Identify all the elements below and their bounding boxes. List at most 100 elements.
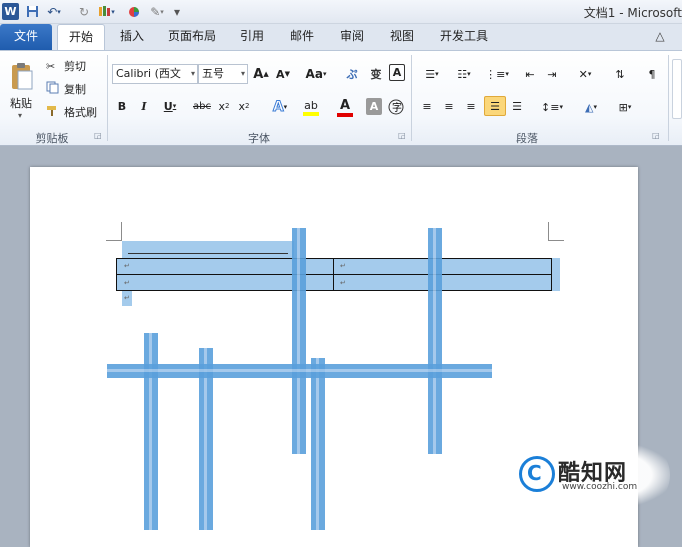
undo-icon[interactable]: ↶ ▾ bbox=[44, 3, 64, 20]
row-end-selection bbox=[552, 258, 560, 291]
borders-button[interactable]: ⊞ ▾ bbox=[610, 97, 640, 117]
shading-button[interactable]: ◭ ▾ bbox=[576, 97, 606, 117]
enclose-char-button[interactable]: 字 bbox=[386, 97, 406, 117]
font-size-value: 五号 bbox=[202, 67, 224, 80]
justify-icon: ☰ bbox=[490, 99, 500, 113]
tab-home[interactable]: 开始 bbox=[57, 24, 105, 51]
superscript-button[interactable]: x2 bbox=[236, 97, 252, 115]
format-painter-qa-icon[interactable]: ▾ bbox=[96, 3, 116, 20]
font-launcher-icon[interactable]: ◲ bbox=[398, 131, 406, 140]
sort-button[interactable]: ⇅ bbox=[610, 64, 630, 84]
chevron-down-icon: ▾ bbox=[240, 69, 245, 78]
format-painter-label: 格式刷 bbox=[64, 106, 97, 119]
align-right-button[interactable]: ≡ bbox=[462, 97, 480, 115]
show-marks-button[interactable]: ¶ bbox=[642, 64, 662, 84]
shrink-font-icon: A bbox=[276, 67, 285, 81]
cell-mark-icon: ↵ bbox=[124, 279, 130, 287]
line-spacing-icon: ↕≡ bbox=[541, 100, 560, 114]
horizontal-line-shape[interactable] bbox=[107, 364, 492, 378]
justify-button[interactable]: ☰ bbox=[484, 96, 506, 116]
tab-insert[interactable]: 插入 bbox=[112, 24, 152, 50]
tab-page-layout[interactable]: 页面布局 bbox=[160, 24, 224, 50]
distributed-button[interactable]: ☰ bbox=[508, 97, 526, 115]
decrease-indent-button[interactable]: ⇤ bbox=[520, 64, 540, 84]
paint-bucket-icon: ◭ bbox=[585, 100, 594, 114]
format-painter-button[interactable]: 格式刷 bbox=[46, 103, 106, 121]
character-border-icon: A bbox=[392, 66, 402, 79]
draw-table-qa-icon[interactable]: ✎ ▾ bbox=[148, 3, 166, 20]
font-color-button[interactable]: A bbox=[330, 97, 360, 117]
highlighter-icon: ab bbox=[304, 98, 318, 112]
clipboard-launcher-icon[interactable]: ◲ bbox=[94, 131, 102, 140]
multilevel-list-button[interactable]: ⋮≡ ▾ bbox=[482, 64, 512, 84]
character-border-button[interactable]: A bbox=[389, 64, 405, 81]
vertical-line-shape[interactable] bbox=[292, 228, 306, 454]
align-left-button[interactable]: ≡ bbox=[418, 97, 436, 115]
group-divider bbox=[411, 55, 412, 141]
scissors-icon: ✂ bbox=[46, 59, 56, 73]
bold-button[interactable]: B bbox=[114, 97, 130, 115]
minimize-ribbon-icon[interactable]: △ bbox=[654, 24, 666, 50]
text-effects-button[interactable]: A ▾ bbox=[266, 97, 294, 117]
subscript-button[interactable]: x2 bbox=[216, 97, 232, 115]
copy-icon bbox=[46, 81, 62, 97]
strikethrough-button[interactable]: abc bbox=[190, 97, 214, 115]
bullets-button[interactable]: ☰ ▾ bbox=[418, 64, 446, 84]
highlight-color-button[interactable]: ab bbox=[296, 97, 326, 117]
align-left-icon: ≡ bbox=[422, 99, 432, 113]
tab-file[interactable]: 文件 bbox=[0, 24, 52, 50]
tab-mailings[interactable]: 邮件 bbox=[282, 24, 322, 50]
underline-button[interactable]: U ▾ bbox=[158, 97, 182, 115]
increase-indent-button[interactable]: ⇥ bbox=[542, 64, 562, 84]
increase-indent-icon: ⇥ bbox=[547, 67, 557, 81]
shrink-font-button[interactable]: A ▼ bbox=[274, 64, 292, 84]
watermark-url: www.coozhi.com bbox=[562, 482, 638, 492]
line-spacing-button[interactable]: ↕≡ ▾ bbox=[538, 97, 566, 117]
numbering-button[interactable]: ☷ ▾ bbox=[450, 64, 478, 84]
save-icon[interactable] bbox=[24, 3, 40, 20]
redo-icon[interactable]: ↻ bbox=[76, 3, 92, 20]
sort-icon: ⇅ bbox=[615, 67, 625, 81]
color-wheel-icon[interactable] bbox=[126, 3, 142, 20]
copy-button[interactable]: 复制 bbox=[46, 80, 106, 98]
customize-toolbar-icon[interactable]: ▾ bbox=[172, 3, 182, 20]
decrease-indent-icon: ⇤ bbox=[525, 67, 535, 81]
chinese-layout-button[interactable]: ✕ ▾ bbox=[570, 64, 600, 84]
tab-developer[interactable]: 开发工具 bbox=[432, 24, 496, 50]
align-center-icon: ≡ bbox=[444, 99, 454, 113]
grow-font-button[interactable]: A ▲ bbox=[252, 64, 270, 84]
enclose-characters-button[interactable]: 变 bbox=[366, 64, 386, 84]
paste-dropdown-icon[interactable]: ▾ bbox=[18, 111, 22, 120]
grow-font-icon: A bbox=[253, 66, 264, 82]
phonetic-guide-button[interactable]: ぷ bbox=[342, 64, 362, 84]
tab-references[interactable]: 引用 bbox=[232, 24, 272, 50]
italic-button[interactable]: I bbox=[136, 97, 152, 115]
font-size-combo[interactable]: 五号 ▾ bbox=[198, 64, 248, 84]
paste-label: 粘贴 bbox=[10, 97, 32, 110]
cut-label: 剪切 bbox=[64, 60, 86, 73]
change-case-icon: Aa bbox=[305, 67, 323, 81]
change-case-button[interactable]: Aa ▾ bbox=[302, 64, 330, 84]
font-name-combo[interactable]: Calibri (西文 ▾ bbox=[112, 64, 198, 84]
styles-gallery[interactable] bbox=[672, 59, 682, 119]
highlight-swatch bbox=[303, 111, 319, 116]
enclose-char-icon: 字 bbox=[388, 99, 404, 115]
word-logo-icon[interactable]: W bbox=[2, 3, 19, 20]
selected-paragraph[interactable] bbox=[122, 241, 294, 259]
align-center-button[interactable]: ≡ bbox=[440, 97, 458, 115]
tab-view[interactable]: 视图 bbox=[382, 24, 422, 50]
paragraph-launcher-icon[interactable]: ◲ bbox=[652, 131, 660, 140]
crop-mark bbox=[121, 222, 122, 240]
vertical-line-shape[interactable] bbox=[144, 333, 158, 530]
tab-review[interactable]: 审阅 bbox=[332, 24, 372, 50]
paste-button[interactable] bbox=[4, 55, 40, 99]
ribbon-tabs: 文件 开始 插入 页面布局 引用 邮件 审阅 视图 开发工具 △ bbox=[0, 24, 682, 51]
cut-button[interactable]: ✂ 剪切 bbox=[46, 57, 106, 75]
paragraph-mark-icon: ↵ bbox=[124, 294, 130, 302]
cell-mark-icon: ↵ bbox=[340, 262, 346, 270]
vertical-line-shape[interactable] bbox=[428, 228, 442, 454]
vertical-line-shape[interactable] bbox=[311, 358, 325, 530]
character-shading-button[interactable]: A bbox=[366, 98, 382, 115]
group-divider bbox=[668, 55, 669, 141]
crop-mark bbox=[548, 222, 549, 240]
